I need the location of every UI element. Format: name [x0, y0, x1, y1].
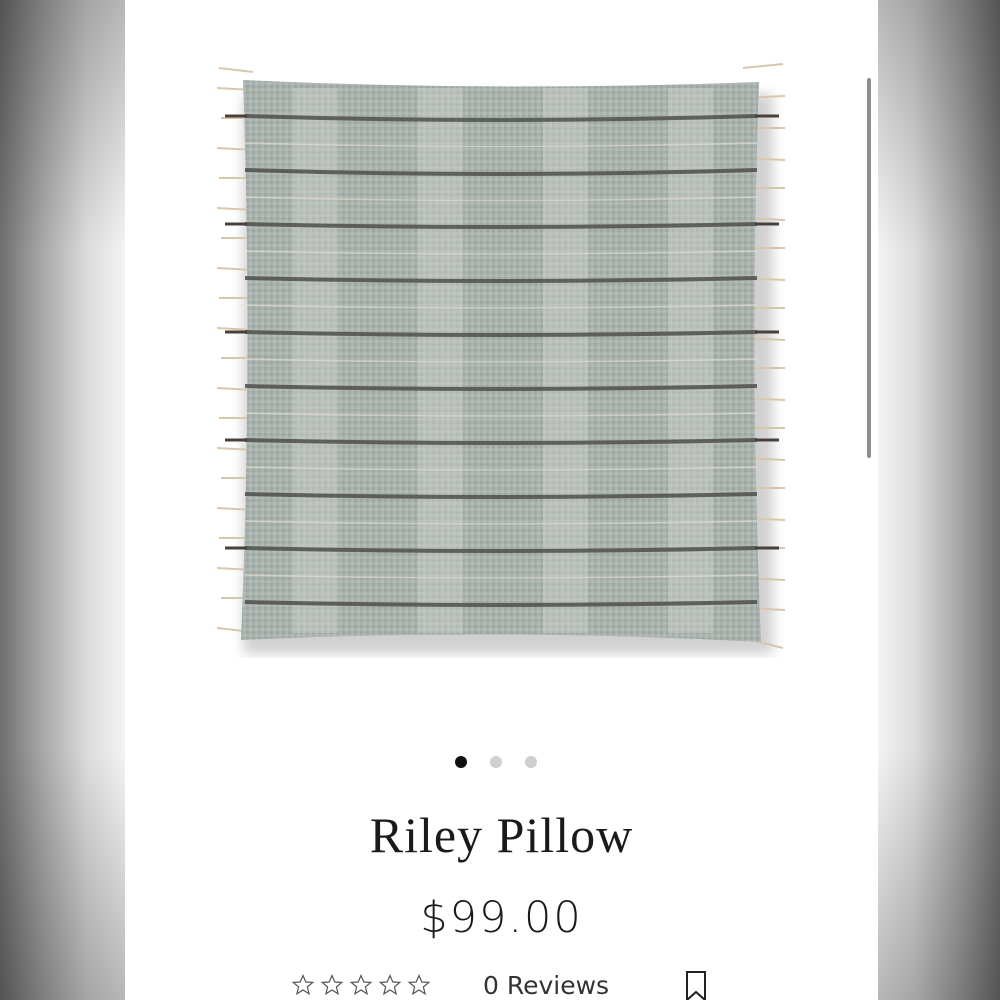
product-image[interactable]	[213, 58, 793, 658]
gallery-dot-2[interactable]	[490, 756, 502, 768]
product-page: Riley Pillow $99.00 0 Reviews	[125, 0, 878, 1000]
gallery-pagination	[455, 756, 537, 768]
star-outline-icon	[320, 973, 344, 996]
bookmark-icon[interactable]	[685, 970, 707, 1000]
gallery-dot-1[interactable]	[455, 756, 467, 768]
backdrop-left	[0, 0, 125, 1000]
product-title: Riley Pillow	[369, 807, 634, 863]
gallery-dot-3[interactable]	[525, 756, 537, 768]
star-outline-icon	[378, 973, 402, 996]
rating-stars[interactable]	[291, 973, 431, 997]
star-outline-icon	[407, 973, 431, 996]
product-price: $99.00	[420, 893, 583, 943]
scrollbar[interactable]	[867, 78, 871, 458]
reviews-link[interactable]: 0 Reviews	[483, 971, 609, 1000]
backdrop-right	[878, 0, 1000, 1000]
star-outline-icon	[349, 973, 373, 996]
star-outline-icon	[291, 973, 315, 996]
